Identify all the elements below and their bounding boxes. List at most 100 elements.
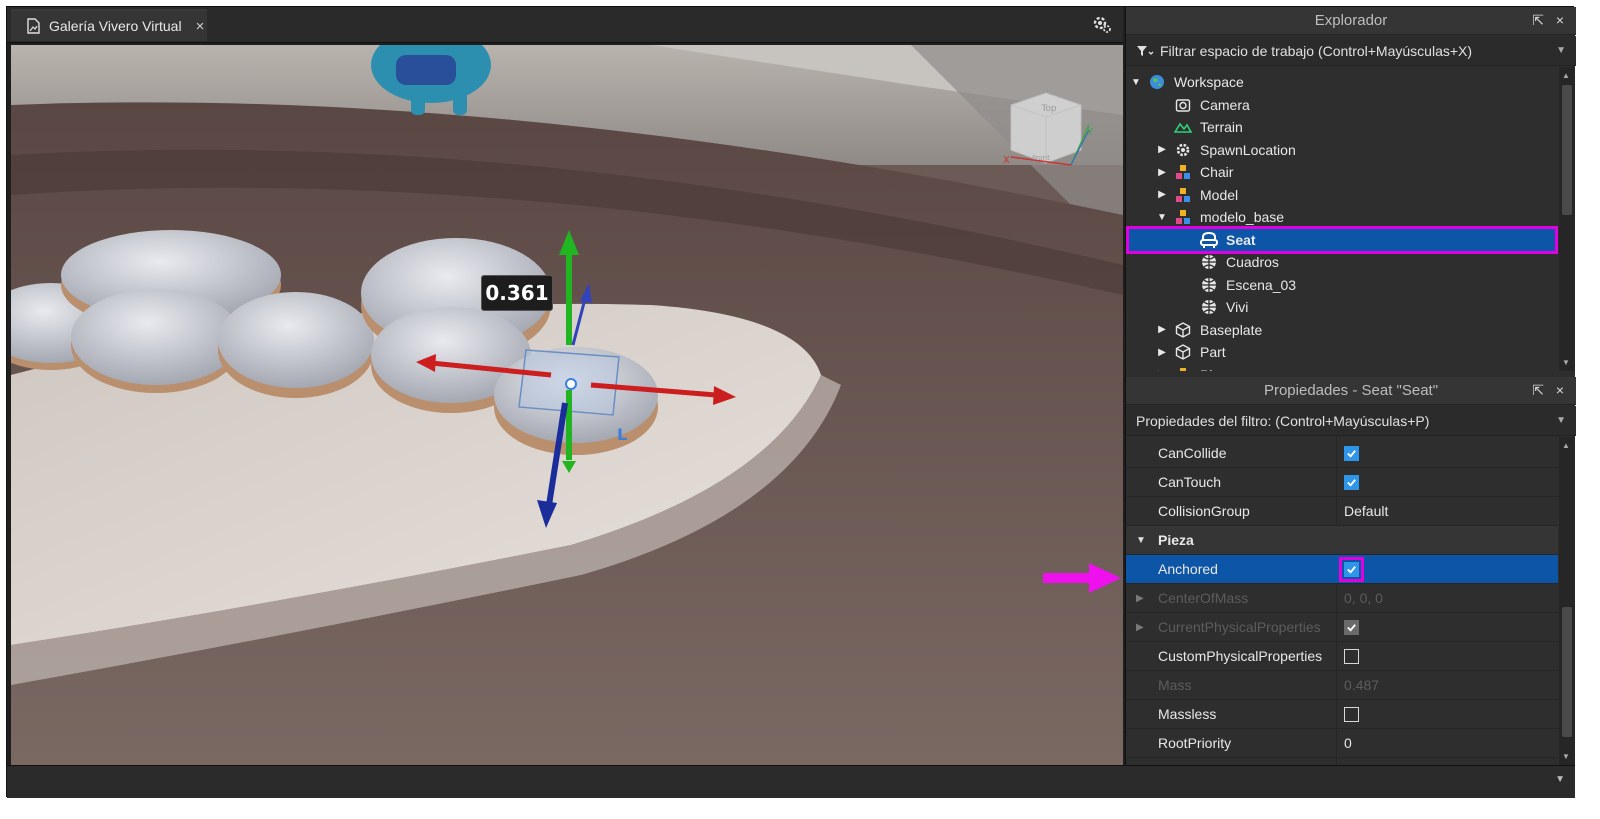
explorer-item-vivi[interactable]: Vivi	[1126, 296, 1558, 318]
property-row-customphysicalproperties[interactable]: CustomPhysicalProperties	[1126, 642, 1558, 671]
property-name: Mass	[1158, 677, 1192, 693]
part-icon	[1174, 343, 1192, 361]
explorer-item-label: modelo_base	[1200, 209, 1285, 225]
view-cube-front-label: Front	[1032, 154, 1050, 162]
property-name: Anchored	[1158, 561, 1218, 577]
properties-title: Propiedades - Seat "Seat"	[1263, 382, 1439, 399]
explorer-item-partial[interactable]: ▶ Pl	[1126, 364, 1558, 372]
svg-text:Front: Front	[1032, 154, 1050, 162]
expand-arrow-icon[interactable]: ▶	[1156, 167, 1168, 178]
explorer-item-label: Terrain	[1200, 119, 1243, 135]
place-document-icon	[27, 18, 40, 34]
expand-arrow-icon[interactable]: ▶	[1156, 324, 1168, 335]
svg-text:X: X	[1003, 155, 1010, 166]
explorer-item-escena-03[interactable]: Escena_03	[1126, 274, 1558, 296]
collapse-arrow-icon[interactable]: ▼	[1156, 212, 1168, 223]
property-row-cancollide[interactable]: CanCollide	[1126, 439, 1558, 468]
property-checkbox-currentphysicalproperties	[1344, 620, 1359, 635]
explorer-filter[interactable]: Filtrar espacio de trabajo (Control+Mayú…	[1126, 36, 1576, 66]
document-tab-bar: Galería Vivero Virtual ×	[7, 7, 1123, 43]
explorer-item-spawnlocation[interactable]: ▶ SpawnLocation	[1126, 139, 1558, 161]
property-checkbox-massless[interactable]	[1344, 707, 1359, 722]
property-checkbox-cancollide[interactable]	[1344, 446, 1359, 461]
properties-scrollbar[interactable]: ▲ ▼	[1559, 437, 1575, 765]
property-value[interactable]: Default	[1344, 503, 1388, 519]
explorer-item-terrain[interactable]: Terrain	[1126, 116, 1558, 138]
studio-window: Galería Vivero Virtual × L Y X Top Front…	[6, 6, 1576, 798]
close-tab-icon[interactable]: ×	[196, 18, 205, 35]
collapse-arrow-icon[interactable]: ▼	[1136, 535, 1146, 546]
property-checkbox-cantouch[interactable]	[1344, 475, 1359, 490]
explorer-filter-dropdown-icon[interactable]: ▼	[1556, 45, 1566, 56]
property-row-cantouch[interactable]: CanTouch	[1126, 468, 1558, 497]
explorer-item-part[interactable]: ▶ Part	[1126, 341, 1558, 363]
property-row-anchored[interactable]: Anchored	[1126, 555, 1558, 584]
expand-arrow-icon[interactable]: ▶	[1136, 593, 1144, 604]
explorer-filter-input[interactable]: Filtrar espacio de trabajo (Control+Mayú…	[1160, 43, 1472, 59]
property-row-centerofmass[interactable]: ▶ CenterOfMass 0, 0, 0	[1126, 584, 1558, 613]
scene-render: L Y X	[11, 45, 1123, 765]
view-cube-top-label: Top	[1040, 104, 1056, 113]
property-name: Pieza	[1158, 532, 1194, 548]
model-icon	[1174, 163, 1192, 181]
3d-viewport[interactable]: L Y X Top Front 0.361	[11, 45, 1123, 765]
property-checkbox-anchored[interactable]	[1339, 557, 1364, 582]
explorer-item-label: Workspace	[1174, 74, 1244, 90]
right-dock: Explorador ⇱ × Filtrar espacio de trabaj…	[1125, 7, 1576, 765]
property-name: Massless	[1158, 706, 1217, 722]
drag-distance-readout: 0.361	[481, 275, 553, 311]
expand-arrow-icon[interactable]: ▶	[1156, 369, 1168, 371]
explorer-item-baseplate[interactable]: ▶ Baseplate	[1126, 319, 1558, 341]
properties-filter-dropdown-icon[interactable]: ▼	[1556, 415, 1566, 426]
explorer-item-label: Model	[1200, 186, 1239, 203]
properties-filter-input[interactable]: Propiedades del filtro: (Control+Mayúscu…	[1136, 413, 1429, 429]
explorer-item-chair[interactable]: ▶ Chair	[1126, 161, 1558, 183]
explorer-item-label: Escena_03	[1226, 276, 1297, 293]
model-icon	[1174, 208, 1192, 226]
mesh-icon	[1200, 298, 1218, 316]
explorer-item-label: Pl	[1200, 367, 1212, 372]
svg-text:Y: Y	[1086, 127, 1094, 138]
expand-arrow-icon[interactable]: ▶	[1136, 622, 1144, 633]
property-row-rootpriority[interactable]: RootPriority 0	[1126, 729, 1558, 758]
property-name: CanCollide	[1158, 445, 1227, 461]
document-tab[interactable]: Galería Vivero Virtual ×	[11, 9, 207, 41]
property-row-collisiongroup[interactable]: CollisionGroup Default	[1126, 497, 1558, 526]
explorer-item-cuadros[interactable]: Cuadros	[1126, 251, 1558, 273]
explorer-item-label: Seat	[1226, 231, 1256, 248]
explorer-item-model[interactable]: ▶ Model	[1126, 184, 1558, 206]
property-checkbox-customphysicalproperties[interactable]	[1344, 649, 1359, 664]
property-value: 0.487	[1344, 677, 1380, 693]
property-name: CenterOfMass	[1158, 590, 1249, 606]
explorer-item-workspace[interactable]: ▼ Workspace	[1126, 71, 1558, 93]
explorer-window-controls[interactable]: ⇱ ×	[1532, 12, 1568, 29]
properties-filter[interactable]: Propiedades del filtro: (Control+Mayúscu…	[1126, 406, 1576, 436]
property-value[interactable]: 0	[1344, 735, 1352, 751]
expand-arrow-icon[interactable]: ▶	[1156, 144, 1168, 155]
property-row-currentphysicalproperties[interactable]: ▶ CurrentPhysicalProperties	[1126, 613, 1558, 642]
explorer-item-label: SpawnLocation	[1200, 141, 1296, 158]
explorer-item-camera[interactable]: Camera	[1126, 94, 1558, 116]
property-row-massless[interactable]: Massless	[1126, 700, 1558, 729]
property-name: CanTouch	[1158, 474, 1222, 490]
explorer-item-seat[interactable]: Seat	[1126, 225, 1558, 254]
svg-text:Top: Top	[1040, 104, 1056, 113]
property-name: CollisionGroup	[1158, 503, 1250, 519]
expand-arrow-icon[interactable]: ▶	[1156, 189, 1168, 200]
mesh-icon	[1200, 276, 1218, 294]
explorer-title: Explorador	[1314, 12, 1388, 29]
property-name: RootPriority	[1158, 735, 1232, 751]
explorer-scrollbar[interactable]: ▲ ▼	[1559, 67, 1575, 371]
chevron-down-icon[interactable]: ▼	[1555, 774, 1565, 785]
explorer-item-label: Vivi	[1226, 299, 1249, 315]
collapse-arrow-icon[interactable]: ▼	[1130, 77, 1142, 88]
filter-icon[interactable]	[1136, 44, 1154, 58]
property-row-mass[interactable]: Mass 0.487	[1126, 671, 1558, 700]
properties-window-controls[interactable]: ⇱ ×	[1532, 382, 1568, 399]
expand-arrow-icon[interactable]: ▶	[1156, 347, 1168, 358]
viewport-settings-icon[interactable]	[1091, 13, 1113, 35]
svg-text:L: L	[617, 425, 627, 444]
explorer-title-bar: Explorador ⇱ ×	[1126, 7, 1576, 35]
terrain-icon	[1174, 118, 1192, 136]
property-row-pieza[interactable]: ▼ Pieza	[1126, 526, 1558, 555]
